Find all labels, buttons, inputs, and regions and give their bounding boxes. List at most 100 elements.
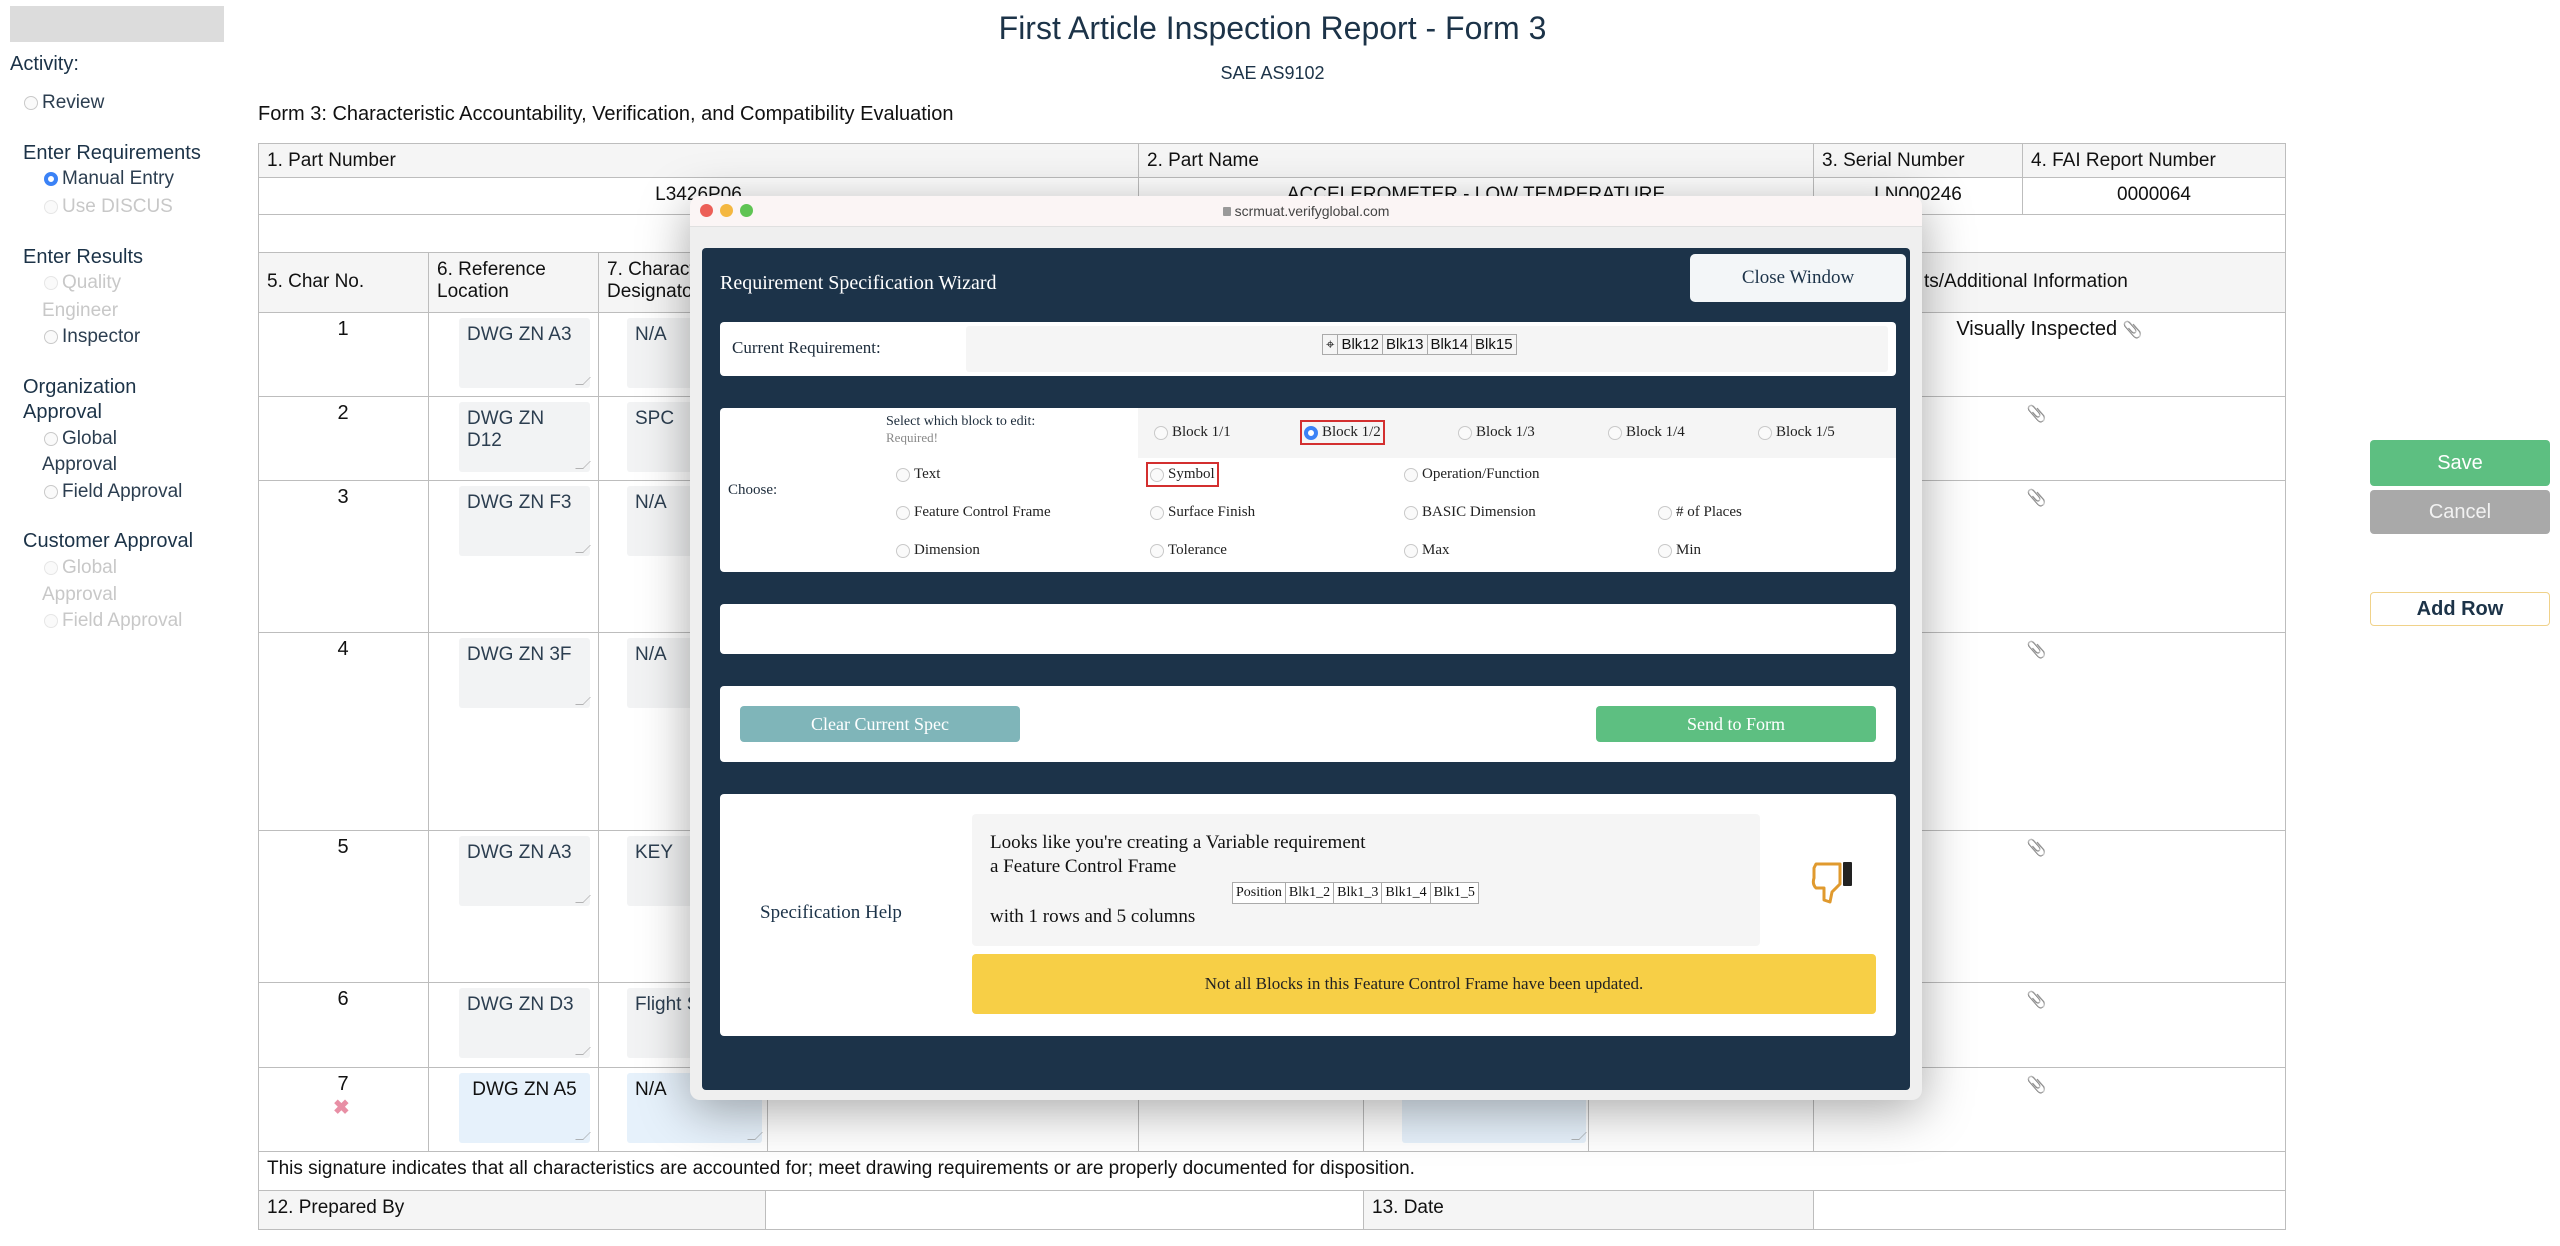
- block-radio-label: Block 1/1: [1172, 424, 1231, 440]
- wizard-body: Requirement Specification Wizard Close W…: [702, 248, 1910, 1090]
- spec-input-panel[interactable]: [720, 604, 1896, 654]
- prepared-by-field[interactable]: [765, 1190, 1364, 1230]
- position-symbol-icon: ⌖: [1323, 335, 1339, 354]
- option-radio-basic-dimension[interactable]: BASIC Dimension: [1404, 504, 1536, 521]
- close-window-button[interactable]: Close Window: [1690, 254, 1906, 302]
- date-field[interactable]: [1813, 1190, 2286, 1230]
- radio-icon: [1658, 505, 1672, 520]
- block-radio-label: Block 1/3: [1476, 424, 1535, 440]
- spec-actions-panel: Clear Current Spec Send to Form: [720, 686, 1896, 762]
- char-number: 1: [337, 318, 349, 340]
- radio-use-discus[interactable]: Use DISCUS: [44, 196, 173, 218]
- option-radio-max[interactable]: Max: [1404, 542, 1450, 559]
- radio-icon: [1404, 467, 1418, 482]
- fcf-block: Blk12: [1338, 335, 1383, 354]
- part-name-label: 2. Part Name: [1138, 143, 1814, 178]
- fai-report-number-value: 0000064: [2022, 177, 2286, 215]
- radio-icon: [44, 561, 58, 575]
- help-table-cell: Blk1_4: [1382, 883, 1431, 903]
- help-table-cell: Blk1_2: [1286, 883, 1335, 903]
- radio-icon: [1608, 425, 1622, 440]
- reference-location-input[interactable]: DWG ZN D3: [459, 988, 590, 1058]
- radio-icon: [1758, 425, 1772, 440]
- fcf-block: Blk14: [1428, 335, 1473, 354]
- reference-location-input[interactable]: DWG ZN A5: [459, 1073, 590, 1143]
- option-radio-tolerance[interactable]: Tolerance: [1150, 542, 1227, 559]
- reference-location-input[interactable]: DWG ZN A3: [459, 836, 590, 906]
- option-radio-surface-finish[interactable]: Surface Finish: [1150, 504, 1255, 521]
- reference-location-input[interactable]: DWG ZN 3F: [459, 638, 590, 708]
- lock-icon: [1222, 207, 1231, 216]
- option-radio-min[interactable]: Min: [1658, 542, 1701, 559]
- cancel-button[interactable]: Cancel: [2370, 490, 2550, 534]
- popup-url: scrmuat.verifyglobal.com: [690, 203, 1922, 219]
- option-radio-text[interactable]: Text: [896, 466, 940, 483]
- serial-number-label: 3. Serial Number: [1813, 143, 2023, 178]
- org-approval-heading: Organization: [23, 376, 137, 398]
- specification-help-label: Specification Help: [760, 902, 902, 923]
- radio-icon: [896, 543, 910, 558]
- reference-location-input[interactable]: DWG ZN D12: [459, 402, 590, 472]
- wizard-title: Requirement Specification Wizard: [720, 272, 997, 294]
- prepared-by-label: 12. Prepared By: [258, 1190, 766, 1230]
- option-radio-feature-control-frame[interactable]: Feature Control Frame: [896, 504, 1051, 521]
- radio-manual-entry[interactable]: Manual Entry: [44, 168, 174, 190]
- reference-location-input[interactable]: DWG ZN F3: [459, 486, 590, 556]
- radio-customer-field-approval[interactable]: Field Approval: [44, 610, 182, 632]
- radio-icon: [1154, 425, 1168, 440]
- char-number: 5: [337, 836, 349, 858]
- reference-location-input[interactable]: DWG ZN A3: [459, 318, 590, 388]
- radio-icon: [44, 200, 58, 214]
- thumbs-down-icon[interactable]: [1810, 858, 1860, 906]
- radio-org-global-approval[interactable]: Global: [44, 428, 117, 450]
- char-number: 2: [337, 402, 349, 424]
- option-radio-dimension[interactable]: Dimension: [896, 542, 980, 559]
- requirement-wizard-popup: scrmuat.verifyglobal.com Requirement Spe…: [690, 196, 1922, 1100]
- option-label: Operation/Function: [1422, 466, 1540, 482]
- option-label: Tolerance: [1168, 542, 1227, 558]
- col-char-no: 5. Char No.: [258, 252, 429, 313]
- radio-quality-engineer[interactable]: Quality: [44, 272, 121, 294]
- block-radio-2[interactable]: Block 1/2: [1300, 420, 1385, 445]
- radio-icon: [1458, 425, 1472, 440]
- option-label: # of Places: [1676, 504, 1742, 520]
- radio-selected-icon: [44, 172, 58, 186]
- quality-engineer-label-cont: Engineer: [42, 300, 119, 321]
- send-to-form-button[interactable]: Send to Form: [1596, 706, 1876, 742]
- block-radio-5[interactable]: Block 1/5: [1758, 424, 1835, 441]
- paperclip-icon[interactable]: 📎: [2027, 406, 2047, 423]
- org-approval-heading-cont: Approval: [23, 401, 102, 423]
- paperclip-icon[interactable]: 📎: [2123, 322, 2143, 339]
- clear-current-spec-button[interactable]: Clear Current Spec: [740, 706, 1020, 742]
- enter-results-heading: Enter Results: [23, 246, 144, 268]
- help-fcf-table: Position Blk1_2 Blk1_3 Blk1_4 Blk1_5: [1232, 882, 1479, 904]
- paperclip-icon[interactable]: 📎: [2027, 642, 2047, 659]
- fcf-block: Blk15: [1475, 336, 1513, 353]
- current-requirement-panel: Current Requirement: ⌖ Blk12 Blk13 Blk14 Blk…: [720, 322, 1896, 376]
- radio-review[interactable]: Review: [24, 92, 104, 114]
- radio-customer-global-approval[interactable]: Global: [44, 557, 117, 579]
- radio-icon: [44, 276, 58, 290]
- char-number: 4: [337, 638, 349, 660]
- block-radio-3[interactable]: Block 1/3: [1458, 424, 1535, 441]
- date-label: 13. Date: [1363, 1190, 1814, 1230]
- paperclip-icon[interactable]: 📎: [2027, 490, 2047, 507]
- paperclip-icon[interactable]: 📎: [2027, 1077, 2047, 1094]
- form-label: Form 3: Characteristic Accountability, V…: [258, 103, 954, 125]
- comment-text: Visually Inspected: [1956, 318, 2118, 340]
- option-radio-operation-function[interactable]: Operation/Function: [1404, 466, 1539, 483]
- paperclip-icon[interactable]: 📎: [2027, 992, 2047, 1009]
- block-radio-1[interactable]: Block 1/1: [1154, 424, 1231, 441]
- org-global-approval-cont: Approval: [42, 454, 117, 475]
- option-radio-of-places[interactable]: # of Places: [1658, 504, 1742, 521]
- radio-inspector[interactable]: Inspector: [44, 326, 140, 348]
- delete-row-icon[interactable]: ✖: [333, 1095, 350, 1120]
- paperclip-icon[interactable]: 📎: [2027, 840, 2047, 857]
- block-radio-4[interactable]: Block 1/4: [1608, 424, 1685, 441]
- radio-org-field-approval[interactable]: Field Approval: [44, 481, 182, 503]
- save-button[interactable]: Save: [2370, 440, 2550, 486]
- add-row-button[interactable]: Add Row: [2370, 592, 2550, 626]
- choose-panel: Choose: Select which block to edit: Requi…: [720, 408, 1896, 572]
- option-radio-symbol[interactable]: Symbol: [1146, 462, 1219, 487]
- help-table-cell: Blk1_3: [1334, 883, 1383, 903]
